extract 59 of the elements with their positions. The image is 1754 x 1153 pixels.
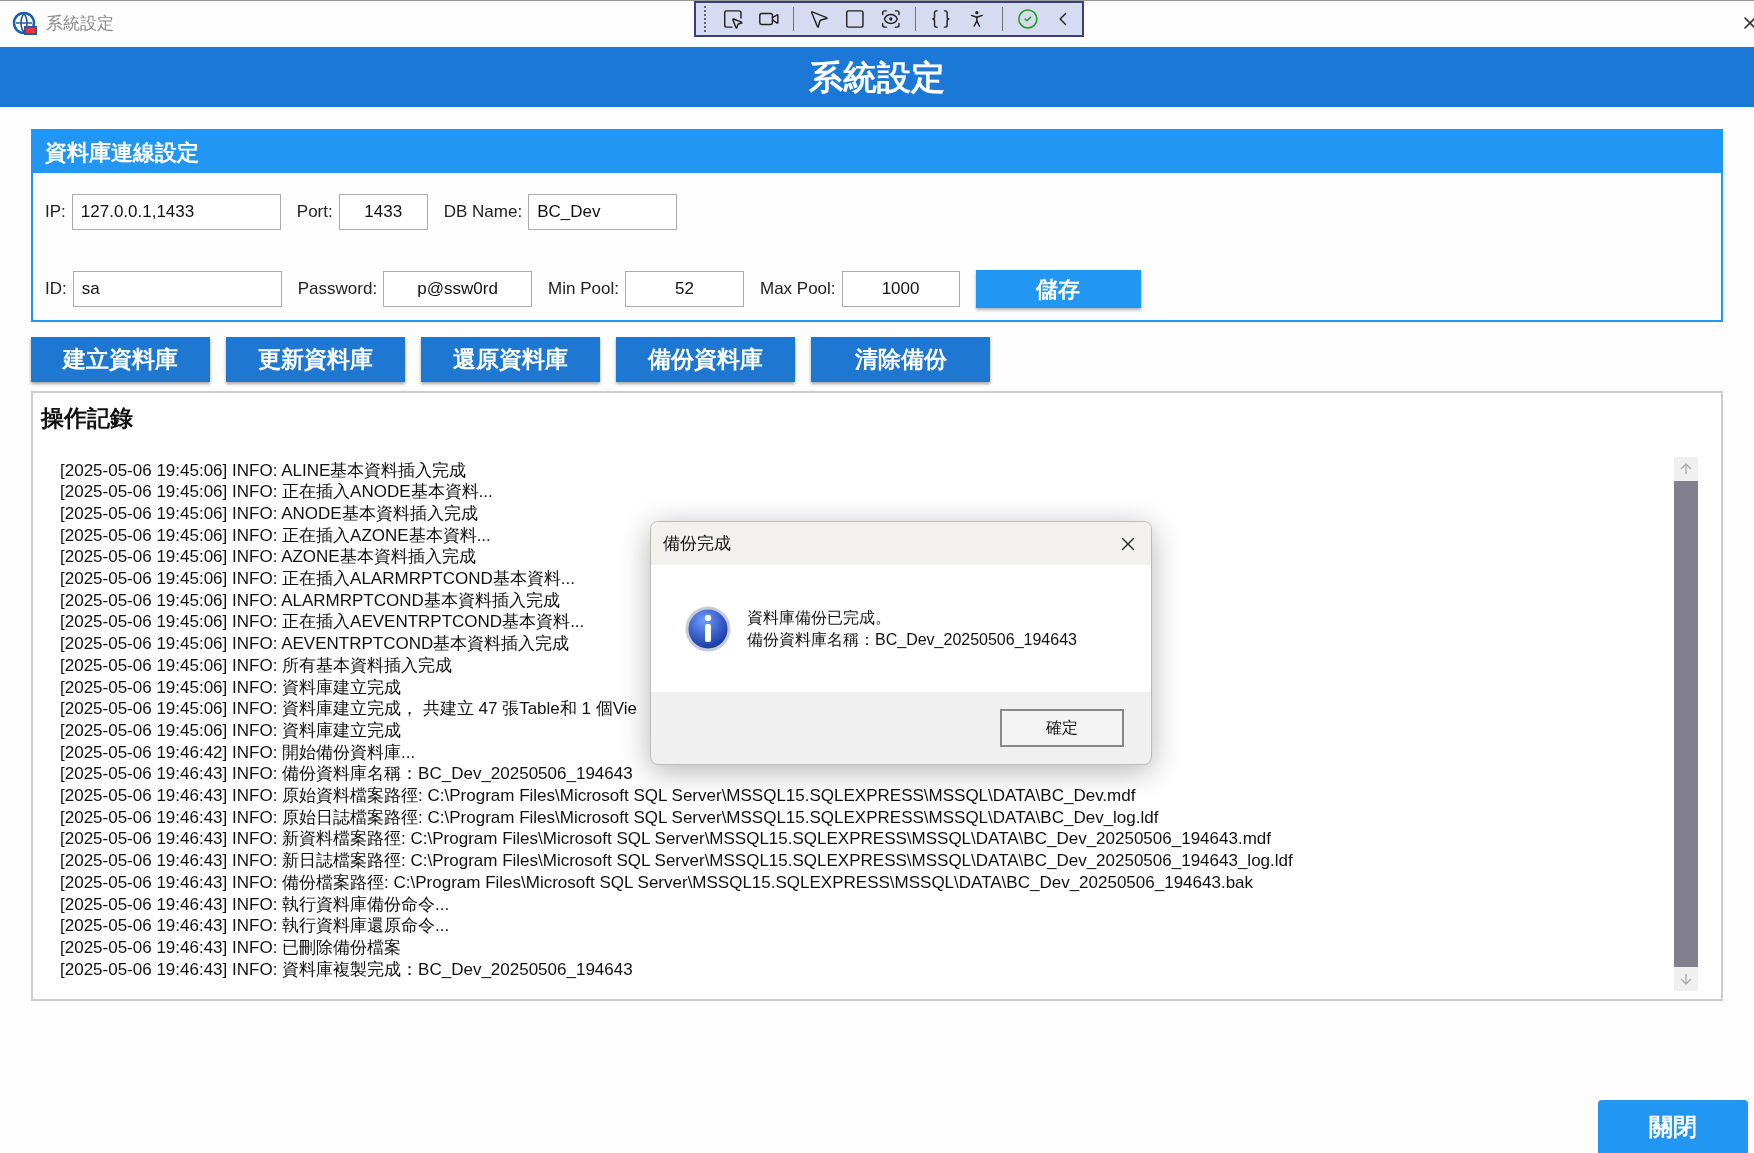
dialog-message: 資料庫備份已完成。: [747, 607, 892, 628]
log-line: [2025-05-06 19:45:06] INFO: 正在插入AZONE基本資料...: [60, 524, 491, 547]
field-label: Password:: [297, 278, 378, 301]
action-button[interactable]: 備份資料庫: [616, 337, 795, 382]
input-field[interactable]: 127.0.0.1,1433: [71, 194, 281, 230]
braces-icon[interactable]: [930, 8, 952, 30]
select-element-icon[interactable]: [721, 8, 744, 30]
field-label: ID:: [45, 278, 67, 301]
check-icon[interactable]: [1016, 8, 1039, 30]
input-field[interactable]: sa: [72, 271, 282, 307]
info-icon: [685, 605, 731, 652]
log-line: [2025-05-06 19:46:43] INFO: 原始資料檔案路徑: C:\Program Files\Microsoft SQL Server\MSSQL15.SQLEXPRESS\MSSQL\DATA\BC_Dev.mdf: [60, 785, 1136, 807]
window-title: 系統設定: [46, 13, 114, 36]
dialog-title: 備份完成: [663, 532, 731, 555]
log-line: [2025-05-06 19:46:43] INFO: 備份資料庫名稱：BC_Dev_20250506_194643: [60, 763, 633, 786]
header-title: 系統設定: [809, 56, 945, 98]
log-line: [2025-05-06 19:45:06] INFO: 正在插入ANODE基本資料...: [60, 481, 493, 503]
log-line: [2025-05-06 19:46:43] INFO: 執行資料庫還原命令...: [60, 915, 450, 937]
log-line: [2025-05-06 19:46:42] INFO: 開始備份資料庫...: [60, 741, 416, 764]
field-label: Port:: [296, 201, 333, 224]
log-line: [2025-05-06 19:45:06] INFO: 資料庫建立完成: [60, 676, 402, 699]
log-line: [2025-05-06 19:45:06] INFO: ALINE基本資料插入完成: [60, 459, 467, 482]
action-button[interactable]: 更新資料庫: [226, 337, 405, 382]
log-title: 操作記錄: [41, 404, 134, 433]
dialog-message: 備份資料庫名稱：BC_Dev_20250506_194643: [747, 629, 1077, 650]
log-line: [2025-05-06 19:45:06] INFO: ALARMRPTCOND基本資料插入完成: [60, 589, 560, 612]
log-line: [2025-05-06 19:45:06] INFO: 資料庫建立完成: [60, 719, 402, 742]
log-line: [2025-05-06 19:45:06] INFO: ANODE基本資料插入完成: [60, 502, 478, 525]
log-line: [2025-05-06 19:45:06] INFO: AZONE基本資料插入完成: [60, 546, 476, 568]
action-button[interactable]: 清除備份: [811, 337, 990, 382]
field-label: DB Name:: [443, 201, 523, 224]
log-line: [2025-05-06 19:45:06] INFO: 資料庫建立完成， 共建立 47 張Table和 1 個Vie: [60, 698, 637, 720]
action-button[interactable]: 還原資料庫: [421, 337, 600, 382]
input-field[interactable]: p@ssw0rd: [383, 271, 533, 307]
field-label: Min Pool:: [548, 278, 619, 301]
log-line: [2025-05-06 19:46:43] INFO: 執行資料庫備份命令...: [60, 893, 450, 916]
action-button[interactable]: 建立資料庫: [31, 337, 210, 382]
log-line: [2025-05-06 19:46:43] INFO: 已刪除備份檔案: [60, 936, 402, 959]
scan-icon[interactable]: [879, 8, 902, 30]
app-icon: [12, 11, 38, 37]
log-line: [2025-05-06 19:46:43] INFO: 原始日誌檔案路徑: C:\Program Files\Microsoft SQL Server\MSSQL15.SQLEXPRESS\MSSQL\DATA\BC_Dev_log.ldf: [60, 806, 1159, 829]
log-line: [2025-05-06 19:46:43] INFO: 新日誌檔案路徑: C:\Program Files\Microsoft SQL Server\MSSQL15.SQLEXPRESS\MSSQL\DATA\BC_Dev_20250506_194643_log.ldf: [60, 850, 1293, 872]
square-icon[interactable]: [843, 8, 866, 30]
pointer-icon[interactable]: [808, 8, 830, 30]
log-line: [2025-05-06 19:45:06] INFO: AEVENTRPTCOND基本資料插入完成: [60, 633, 570, 655]
log-line: [2025-05-06 19:45:06] INFO: 正在插入AEVENTRPTCOND基本資料...: [60, 611, 585, 634]
ok-button[interactable]: 確定: [1000, 709, 1124, 747]
input-field[interactable]: 52: [625, 271, 744, 307]
input-field[interactable]: 1433: [338, 194, 428, 230]
log-line: [2025-05-06 19:46:43] INFO: 資料庫複製完成：BC_Dev_20250506_194643: [60, 958, 633, 981]
input-field[interactable]: 1000: [841, 271, 960, 307]
field-label: Max Pool:: [760, 278, 836, 301]
input-field[interactable]: BC_Dev: [528, 194, 678, 230]
log-line: [2025-05-06 19:46:43] INFO: 新資料檔案路徑: C:\Program Files\Microsoft SQL Server\MSSQL15.SQLEXPRESS\MSSQL\DATA\BC_Dev_20250506_194643.mdf: [60, 828, 1271, 851]
group-title: 資料庫連線設定: [45, 138, 199, 167]
log-line: [2025-05-06 19:46:43] INFO: 備份檔案路徑: C:\Program Files\Microsoft SQL Server\MSSQL15.SQLEXPRESS\MSSQL\DATA\BC_Dev_20250506_194643.bak: [60, 871, 1254, 894]
log-line: [2025-05-06 19:45:06] INFO: 所有基本資料插入完成: [60, 654, 453, 677]
field-label: IP:: [45, 201, 66, 224]
log-line: [2025-05-06 19:45:06] INFO: 正在插入ALARMRPTCOND基本資料...: [60, 568, 575, 590]
